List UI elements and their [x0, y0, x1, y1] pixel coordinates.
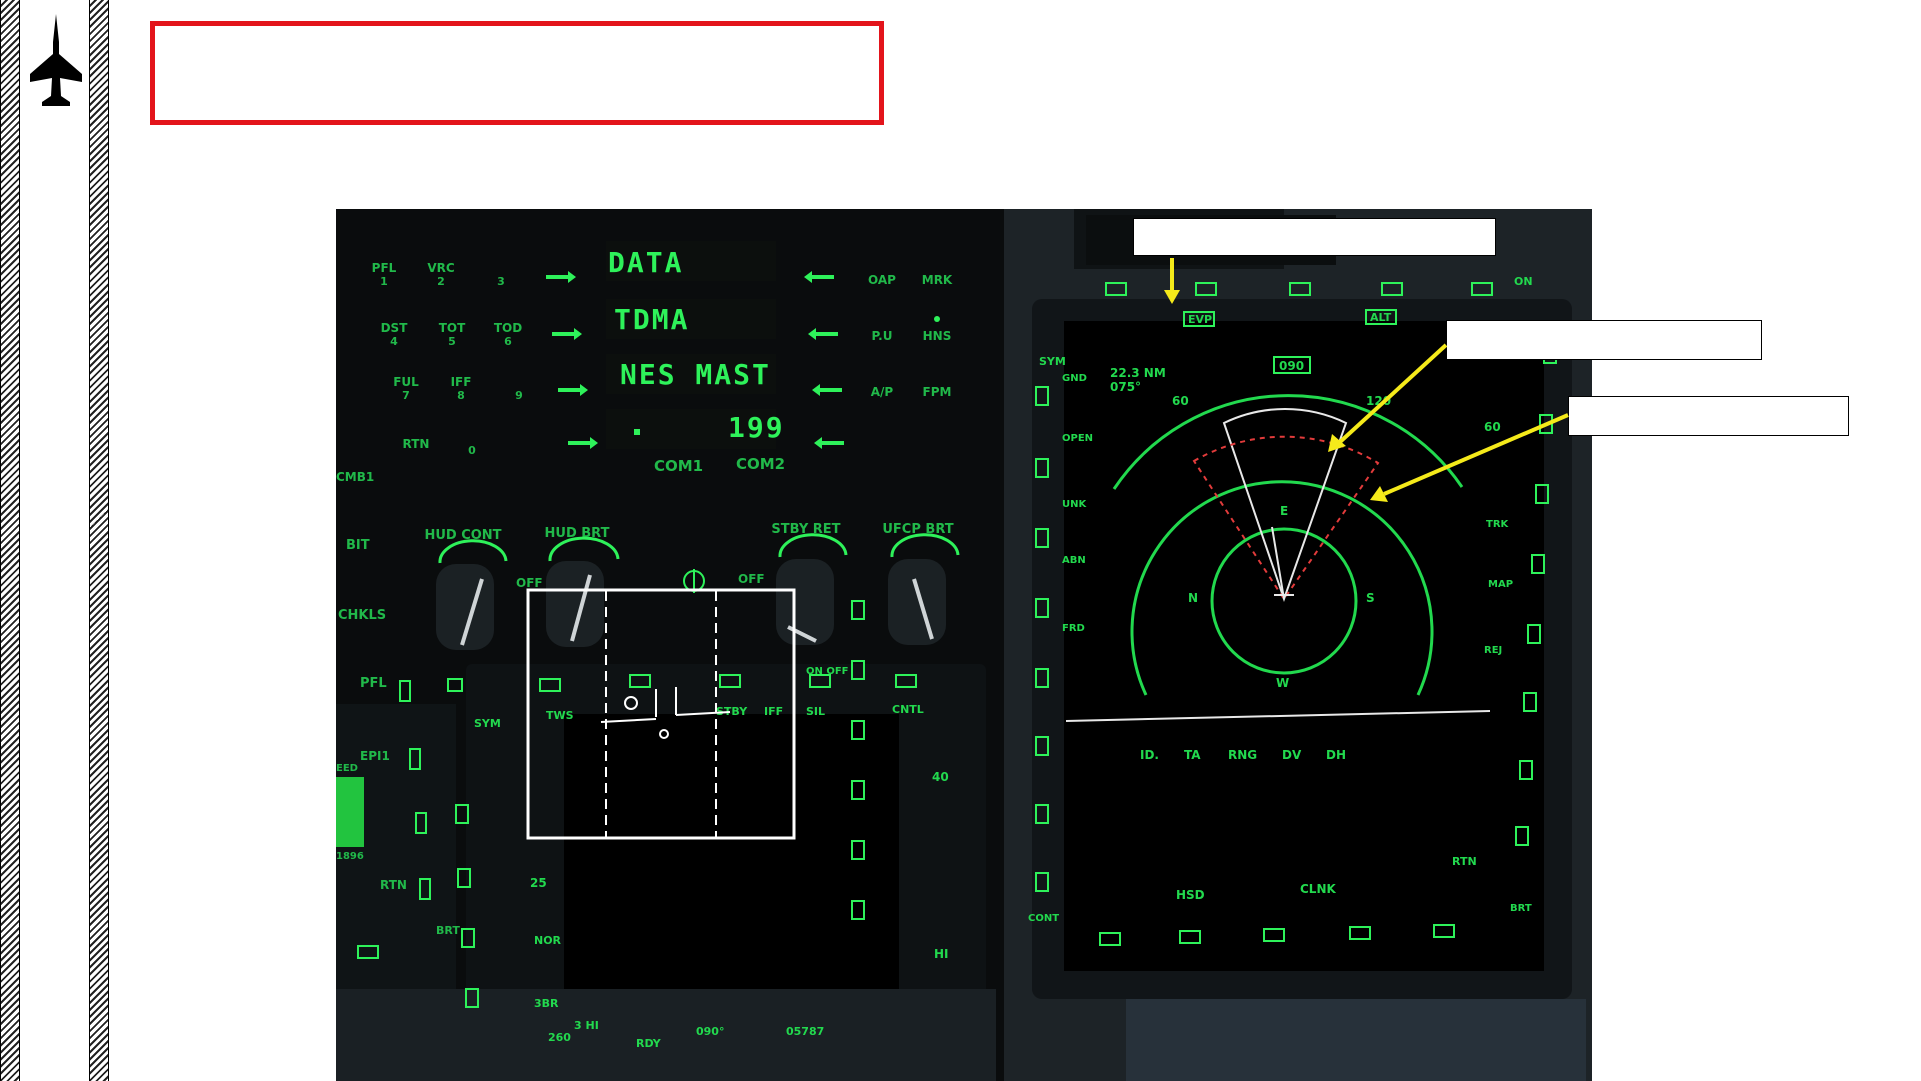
callout-arrows — [1164, 258, 1569, 502]
arrow-mid — [1338, 343, 1448, 444]
arrow-right — [1383, 413, 1569, 496]
